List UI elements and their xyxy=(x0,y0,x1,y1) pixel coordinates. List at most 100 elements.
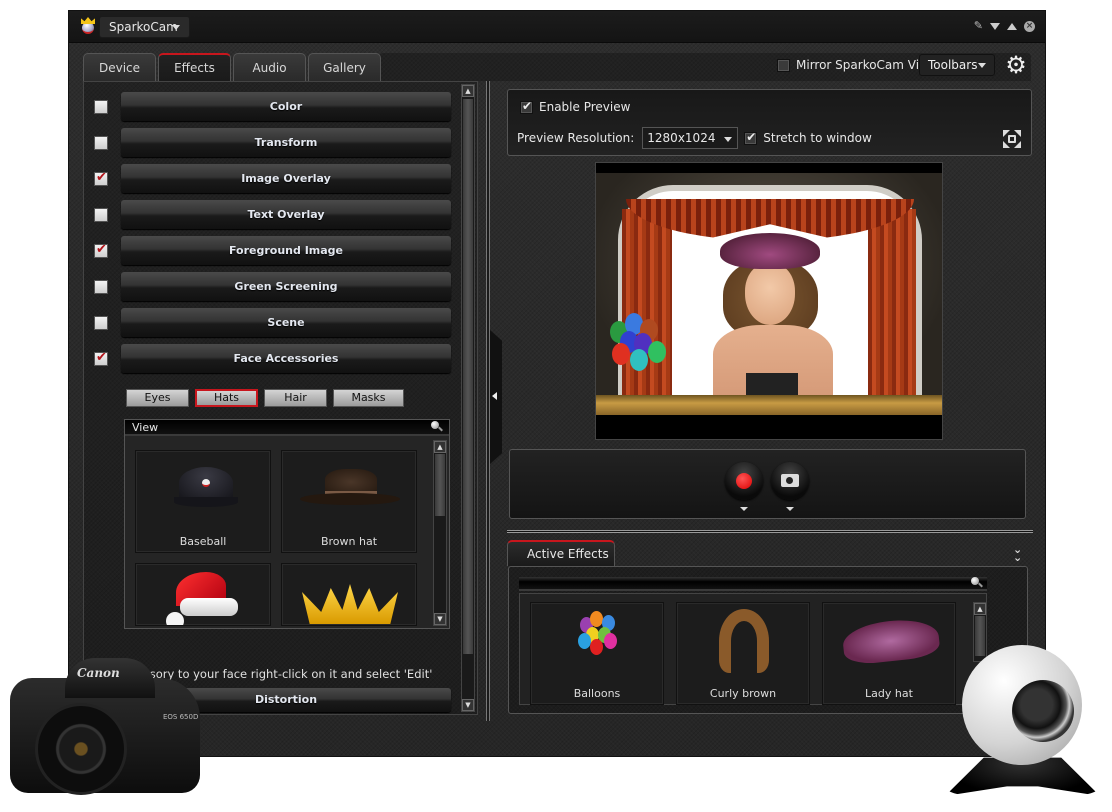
tab-active-effects[interactable]: Active Effects xyxy=(507,540,615,566)
horizontal-splitter[interactable] xyxy=(507,530,1033,533)
chevron-left-icon xyxy=(492,392,497,400)
effect-row-foreground-image: Foreground Image xyxy=(94,236,454,266)
effect-button-color[interactable]: Color xyxy=(121,92,451,121)
video-preview xyxy=(595,162,943,440)
app-menu-label: SparkoCam xyxy=(109,20,178,34)
effect-checkbox-transform[interactable] xyxy=(94,136,108,150)
balloons-image xyxy=(576,607,620,679)
accessory-category-tabs: Eyes Hats Hair Masks xyxy=(126,389,404,407)
effect-row-face-accessories: Face Accessories xyxy=(94,344,454,374)
effect-checkbox-face-accessories[interactable] xyxy=(94,350,108,366)
main-tabs: Device Effects Audio Gallery xyxy=(83,53,381,81)
accessory-tile-brown-hat[interactable]: Brown hat xyxy=(281,450,417,553)
dslr-camera-illustration: Canon EOS 650D xyxy=(10,648,200,798)
camera-brand: Canon xyxy=(77,666,120,680)
effect-row-image-overlay: Image Overlay xyxy=(94,164,454,194)
tab-device[interactable]: Device xyxy=(83,53,156,81)
accessory-label: Baseball xyxy=(179,535,227,548)
toolbars-dropdown[interactable]: Toolbars xyxy=(919,54,995,76)
maximize-icon[interactable] xyxy=(1007,22,1017,30)
effect-button-image-overlay[interactable]: Image Overlay xyxy=(121,164,451,193)
active-effects-list: Balloons Curly brown Lady hat ▲ xyxy=(519,593,987,705)
effect-checkbox-image-overlay[interactable] xyxy=(94,170,108,186)
scroll-thumb[interactable] xyxy=(435,454,445,516)
close-icon[interactable]: × xyxy=(1024,20,1035,32)
double-chevron-down-icon[interactable]: ⌄ ⌄ xyxy=(1013,544,1022,563)
enable-preview-checkbox[interactable] xyxy=(520,99,533,114)
effect-checkbox-green-screening[interactable] xyxy=(94,280,108,294)
baseball-cap-image xyxy=(174,467,238,509)
enable-preview-option[interactable]: Enable Preview xyxy=(520,99,631,114)
tab-audio[interactable]: Audio xyxy=(233,53,306,81)
effect-row-transform: Transform xyxy=(94,128,454,158)
snapshot-button[interactable] xyxy=(771,462,809,500)
active-effect-balloons[interactable]: Balloons xyxy=(530,602,664,705)
search-icon[interactable] xyxy=(971,577,983,589)
right-curtain xyxy=(868,209,916,399)
gallery-scrollbar[interactable]: ▲ ▼ xyxy=(433,440,447,626)
effects-scrollbar[interactable]: ▲ ▼ xyxy=(461,84,475,712)
category-tab-hair[interactable]: Hair xyxy=(264,389,327,407)
tab-effects[interactable]: Effects xyxy=(158,53,231,81)
effect-checkbox-text-overlay[interactable] xyxy=(94,208,108,222)
record-button[interactable] xyxy=(725,462,763,500)
fullscreen-icon[interactable] xyxy=(1003,130,1021,148)
scroll-up-icon[interactable]: ▲ xyxy=(434,441,446,453)
resolution-row: Preview Resolution: 1280x1024 Stretch to… xyxy=(517,127,872,149)
chevron-down-icon xyxy=(724,137,733,142)
enable-preview-label: Enable Preview xyxy=(539,100,631,114)
resolution-value: 1280x1024 xyxy=(647,131,716,145)
collapse-panel-handle[interactable] xyxy=(490,330,502,464)
scroll-up-icon[interactable]: ▲ xyxy=(462,85,474,97)
category-tab-hats[interactable]: Hats xyxy=(195,389,258,407)
sparkocam-logo-icon xyxy=(79,17,97,35)
category-tab-masks[interactable]: Masks xyxy=(333,389,404,407)
mirror-video-option[interactable]: Mirror SparkoCam Video xyxy=(777,58,941,72)
active-effect-label: Curly brown xyxy=(709,687,777,700)
effect-checkbox-foreground-image[interactable] xyxy=(94,242,108,258)
effects-panel: Color Transform Image Overlay Text Overl… xyxy=(83,81,478,715)
minimize-icon[interactable] xyxy=(990,22,1000,30)
effect-row-color: Color xyxy=(94,92,454,122)
scroll-down-icon[interactable]: ▼ xyxy=(462,699,474,711)
tab-gallery[interactable]: Gallery xyxy=(308,53,381,81)
stretch-checkbox[interactable] xyxy=(744,130,758,145)
mirror-video-checkbox[interactable] xyxy=(777,58,790,72)
effect-button-green-screening[interactable]: Green Screening xyxy=(121,272,451,301)
camera-lens xyxy=(35,703,127,795)
effect-button-transform[interactable]: Transform xyxy=(121,128,451,157)
scroll-thumb[interactable] xyxy=(463,99,473,654)
chevron-down-icon xyxy=(172,25,180,30)
accessory-tile-santa-hat[interactable] xyxy=(135,563,271,626)
effect-button-foreground-image[interactable]: Foreground Image xyxy=(121,236,451,265)
resolution-dropdown[interactable]: 1280x1024 xyxy=(642,127,739,149)
panel-splitter[interactable] xyxy=(486,81,490,721)
app-menu-dropdown[interactable]: SparkoCam xyxy=(99,16,190,38)
accessory-label: Brown hat xyxy=(320,535,378,548)
record-icon xyxy=(736,473,752,489)
effect-button-face-accessories[interactable]: Face Accessories xyxy=(121,344,451,373)
effect-row-green-screening: Green Screening xyxy=(94,272,454,302)
search-icon[interactable] xyxy=(431,421,443,433)
effect-checkbox-scene[interactable] xyxy=(94,316,108,330)
effect-button-scene[interactable]: Scene xyxy=(121,308,451,337)
effect-button-text-overlay[interactable]: Text Overlay xyxy=(121,200,451,229)
chevron-down-icon xyxy=(978,63,986,68)
pin-icon[interactable]: ✎ xyxy=(974,19,983,33)
capture-toolbar xyxy=(509,449,1026,519)
accessory-tile-baseball[interactable]: Baseball xyxy=(135,450,271,553)
scroll-up-icon[interactable]: ▲ xyxy=(974,603,986,615)
camera-model: EOS 650D xyxy=(163,713,199,721)
accessory-tile-crown[interactable] xyxy=(281,563,417,626)
active-effect-curly-brown[interactable]: Curly brown xyxy=(676,602,810,705)
category-tab-eyes[interactable]: Eyes xyxy=(126,389,189,407)
snapshot-options-caret-icon[interactable] xyxy=(786,507,794,511)
lady-hat-image xyxy=(841,616,941,666)
view-label: View xyxy=(132,421,159,434)
effect-checkbox-color[interactable] xyxy=(94,100,108,114)
gear-icon[interactable]: ⚙ xyxy=(1004,53,1028,77)
active-effect-lady-hat[interactable]: Lady hat xyxy=(822,602,956,705)
record-options-caret-icon[interactable] xyxy=(740,507,748,511)
active-effect-label: Balloons xyxy=(573,687,621,700)
scroll-down-icon[interactable]: ▼ xyxy=(434,613,446,625)
